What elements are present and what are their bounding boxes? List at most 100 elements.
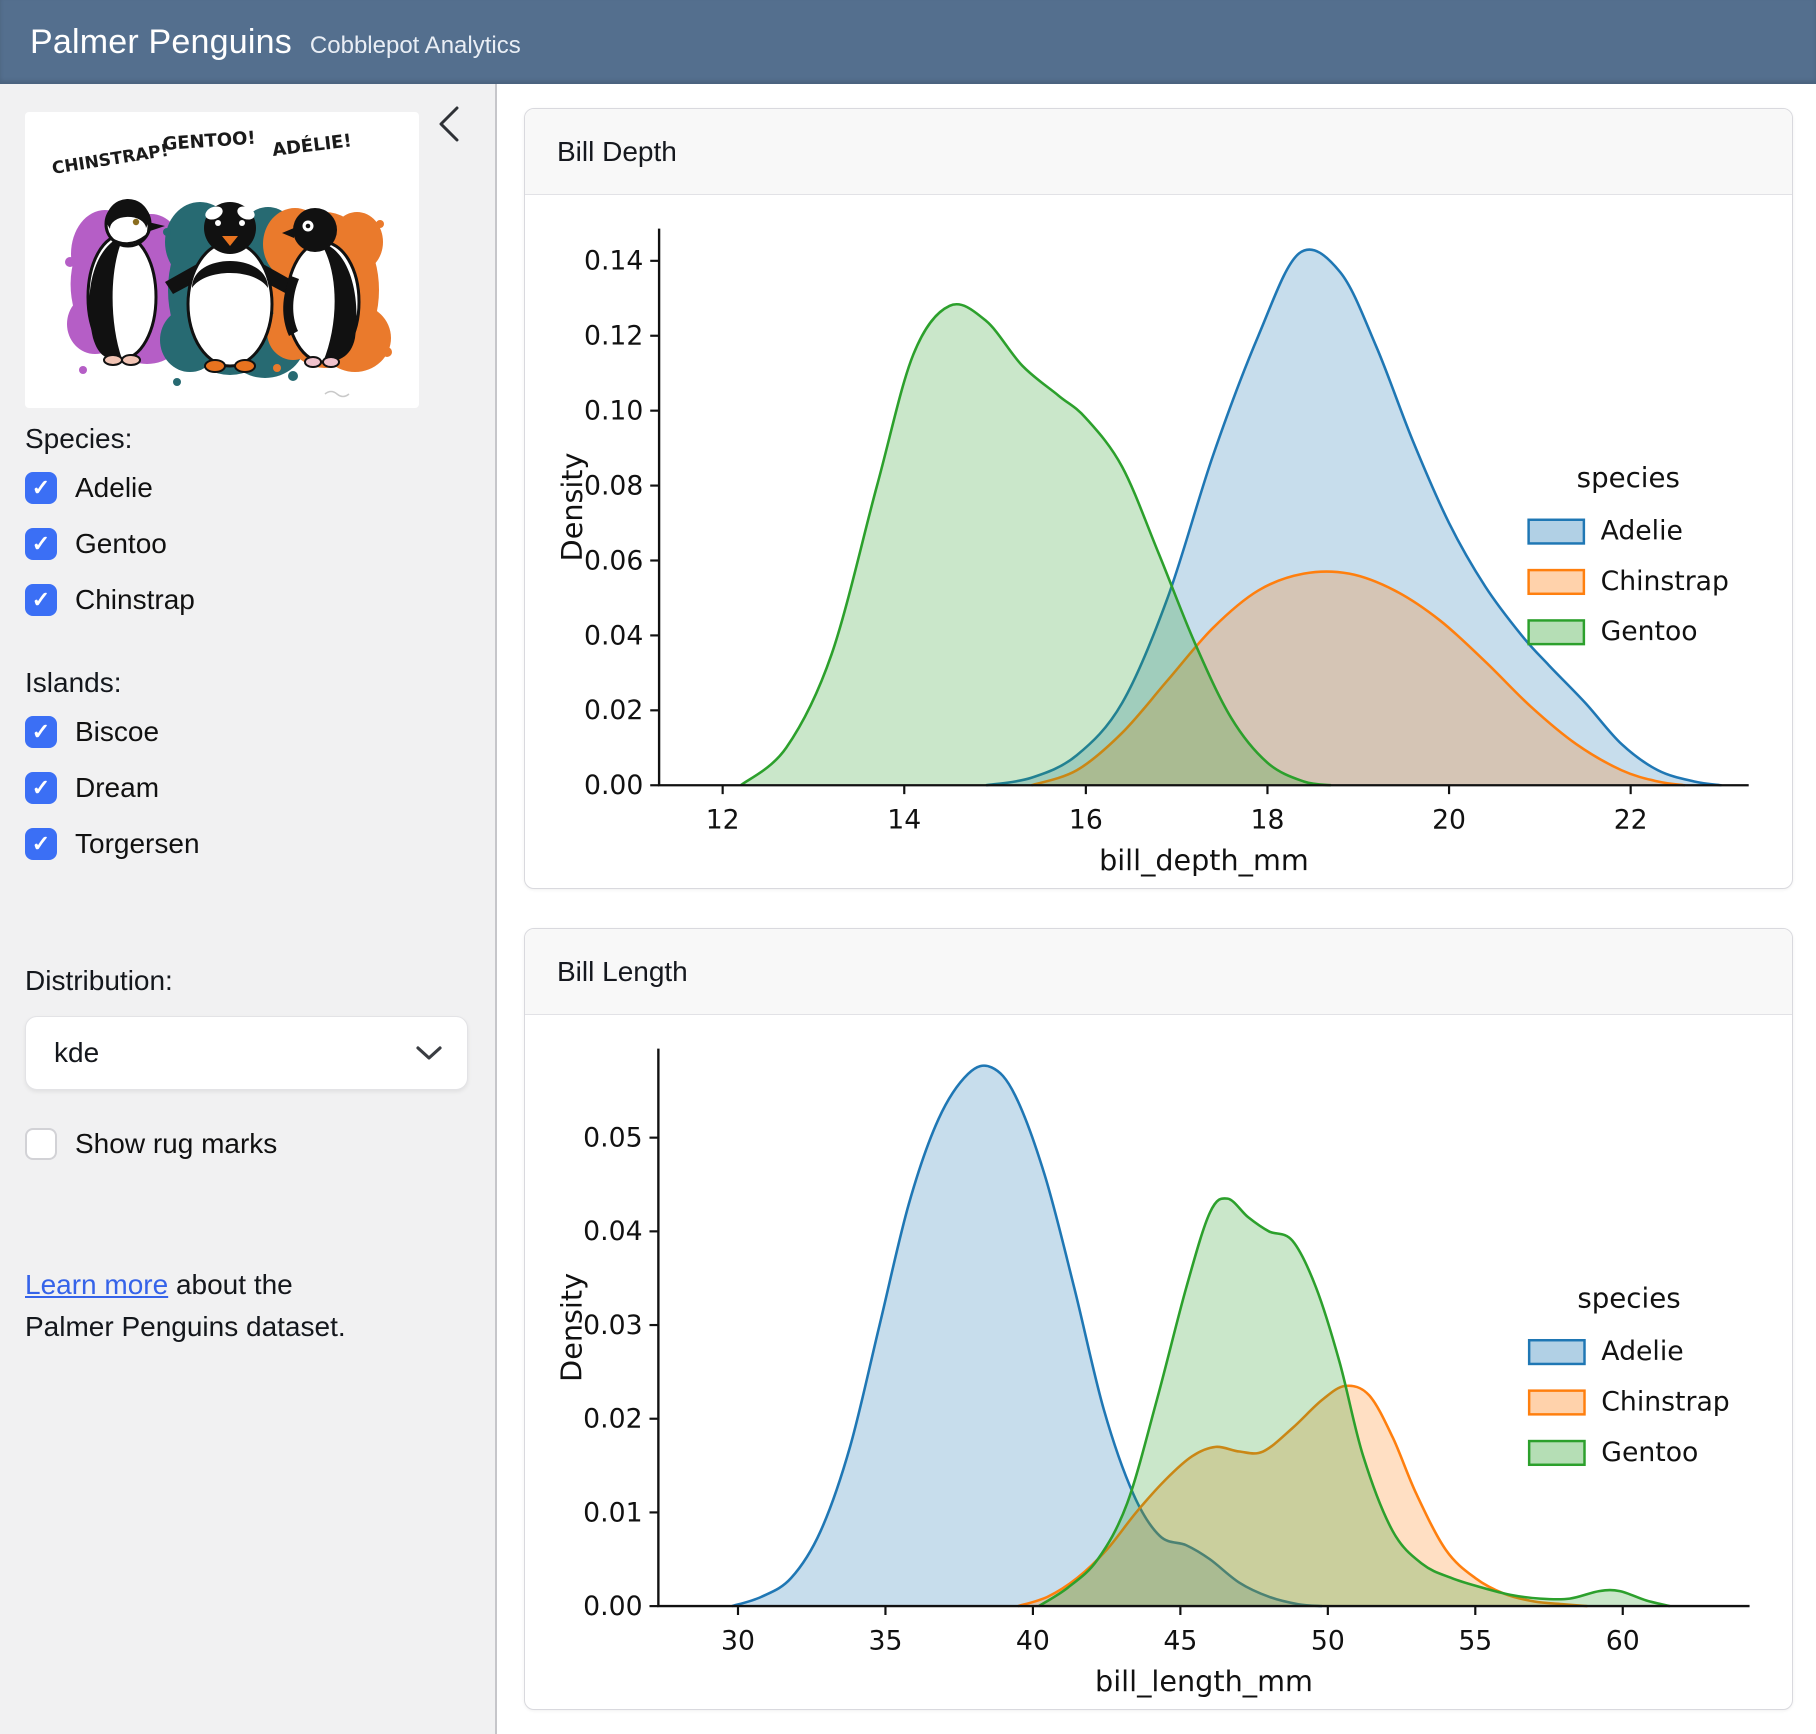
- bill-depth-card-body: 12 14 16 18 20 22 0.00 0.02 0.04 0.06 0.08 0.10 0.12…: [525, 195, 1792, 888]
- svg-text:Gentoo: Gentoo: [1601, 1437, 1698, 1468]
- svg-text:bill_depth_mm: bill_depth_mm: [1099, 843, 1309, 877]
- svg-text:35: 35: [868, 1626, 902, 1657]
- svg-text:45: 45: [1163, 1626, 1197, 1657]
- bill-length-card-title: Bill Length: [557, 956, 688, 988]
- svg-text:20: 20: [1432, 805, 1466, 836]
- checkbox-row-gentoo[interactable]: ✓ Gentoo: [25, 528, 470, 560]
- svg-text:12: 12: [706, 805, 740, 836]
- checkmark-icon: ✓: [32, 721, 50, 743]
- chinstrap-checkbox-label: Chinstrap: [75, 584, 195, 616]
- bill-length-chart: 30 35 40 45 50 55 60 0.00 0.01 0.02 0.03 0.04 0.05 bi…: [535, 1019, 1782, 1701]
- dream-checkbox[interactable]: ✓: [25, 772, 57, 804]
- checkbox-row-torgersen[interactable]: ✓ Torgersen: [25, 828, 470, 860]
- distribution-selected-value: kde: [54, 1037, 99, 1069]
- bill-depth-card-header: Bill Depth: [525, 109, 1792, 195]
- svg-text:Density: Density: [555, 452, 589, 561]
- svg-text:55: 55: [1458, 1626, 1492, 1657]
- svg-text:species: species: [1577, 461, 1680, 494]
- svg-text:bill_length_mm: bill_length_mm: [1095, 1664, 1313, 1698]
- bill-depth-chart: 12 14 16 18 20 22 0.00 0.02 0.04 0.06 0.08 0.10 0.12…: [535, 199, 1782, 880]
- svg-text:0.01: 0.01: [583, 1497, 642, 1528]
- rug-marks-label: Show rug marks: [75, 1128, 277, 1160]
- adelie-checkbox-label: Adelie: [75, 472, 153, 504]
- svg-text:0.00: 0.00: [584, 770, 643, 801]
- svg-text:18: 18: [1251, 805, 1285, 836]
- chinstrap-checkbox[interactable]: ✓: [25, 584, 57, 616]
- svg-text:Adelie: Adelie: [1601, 516, 1683, 547]
- checkmark-icon: ✓: [32, 533, 50, 555]
- distribution-select[interactable]: kde: [25, 1016, 468, 1090]
- chevron-down-icon: [415, 1044, 443, 1062]
- svg-text:0.00: 0.00: [583, 1591, 642, 1622]
- svg-text:0.14: 0.14: [584, 246, 643, 277]
- sidebar: CHINSTRAP! GENTOO! ADÉLIE! Species: ✓ Ad…: [0, 84, 497, 1734]
- svg-text:0.02: 0.02: [583, 1404, 642, 1435]
- biscoe-checkbox-label: Biscoe: [75, 716, 159, 748]
- checkmark-icon: ✓: [32, 589, 50, 611]
- islands-options: ✓ Biscoe ✓ Dream ✓ Torgersen: [25, 716, 470, 860]
- torgersen-checkbox[interactable]: ✓: [25, 828, 57, 860]
- checkbox-row-adelie[interactable]: ✓ Adelie: [25, 472, 470, 504]
- svg-text:0.02: 0.02: [584, 695, 643, 726]
- app-header: Palmer Penguins Cobblepot Analytics: [0, 0, 1816, 84]
- islands-group-label: Islands:: [25, 666, 470, 700]
- svg-text:60: 60: [1606, 1626, 1640, 1657]
- svg-text:0.05: 0.05: [583, 1123, 642, 1154]
- chinstrap-label: CHINSTRAP!: [51, 141, 170, 179]
- svg-text:50: 50: [1311, 1626, 1345, 1657]
- svg-text:Adelie: Adelie: [1601, 1336, 1683, 1367]
- bill-length-card: Bill Length 30 35 40 45 50 55 60 0.00 0.01 0.02 0.…: [524, 928, 1793, 1710]
- svg-text:Chinstrap: Chinstrap: [1601, 1386, 1729, 1417]
- svg-text:0.06: 0.06: [584, 545, 643, 576]
- app-shell: CHINSTRAP! GENTOO! ADÉLIE! Species: ✓ Ad…: [0, 84, 1816, 1734]
- svg-text:0.10: 0.10: [584, 396, 643, 427]
- learn-more-link[interactable]: Learn more: [25, 1269, 168, 1300]
- gentoo-checkbox[interactable]: ✓: [25, 528, 57, 560]
- checkbox-row-biscoe[interactable]: ✓ Biscoe: [25, 716, 470, 748]
- dream-checkbox-label: Dream: [75, 772, 159, 804]
- app-subtitle: Cobblepot Analytics: [310, 32, 521, 60]
- chevron-left-icon: [436, 105, 462, 143]
- gentoo-checkbox-label: Gentoo: [75, 528, 167, 560]
- svg-text:14: 14: [887, 805, 921, 836]
- gentoo-label: GENTOO!: [162, 128, 256, 155]
- distribution-label: Distribution:: [25, 964, 470, 998]
- svg-text:0.08: 0.08: [584, 470, 643, 501]
- penguins-artwork: CHINSTRAP! GENTOO! ADÉLIE!: [25, 112, 419, 408]
- penguin-labels: CHINSTRAP! GENTOO! ADÉLIE!: [51, 128, 353, 179]
- svg-text:0.04: 0.04: [583, 1216, 642, 1247]
- svg-text:22: 22: [1614, 805, 1648, 836]
- bill-length-card-body: 30 35 40 45 50 55 60 0.00 0.01 0.02 0.03 0.04 0.05 bi…: [525, 1015, 1792, 1709]
- svg-text:Gentoo: Gentoo: [1601, 616, 1698, 647]
- svg-text:Chinstrap: Chinstrap: [1601, 566, 1729, 597]
- checkmark-icon: ✓: [32, 777, 50, 799]
- bill-length-card-header: Bill Length: [525, 929, 1792, 1015]
- rug-marks-checkbox[interactable]: ✓: [25, 1128, 57, 1160]
- svg-text:0.03: 0.03: [583, 1310, 642, 1341]
- collapse-sidebar-button[interactable]: [431, 102, 467, 146]
- rug-marks-row[interactable]: ✓ Show rug marks: [25, 1128, 470, 1160]
- torgersen-checkbox-label: Torgersen: [75, 828, 200, 860]
- svg-text:40: 40: [1016, 1626, 1050, 1657]
- learn-more-paragraph: Learn more about the Palmer Penguins dat…: [25, 1264, 385, 1348]
- adelie-label: ADÉLIE!: [271, 129, 353, 161]
- penguins-illustration: CHINSTRAP! GENTOO! ADÉLIE!: [25, 112, 419, 408]
- species-group-label: Species:: [25, 422, 470, 456]
- checkmark-icon: ✓: [32, 833, 50, 855]
- main-content: Bill Depth 12 14 16 18 20 22 0.00 0.02 0.04 0.06 0…: [497, 84, 1816, 1734]
- svg-text:species: species: [1577, 1282, 1680, 1315]
- checkbox-row-dream[interactable]: ✓ Dream: [25, 772, 470, 804]
- svg-text:0.04: 0.04: [584, 620, 643, 651]
- checkmark-icon: ✓: [32, 477, 50, 499]
- checkbox-row-chinstrap[interactable]: ✓ Chinstrap: [25, 584, 470, 616]
- biscoe-checkbox[interactable]: ✓: [25, 716, 57, 748]
- svg-text:30: 30: [721, 1626, 755, 1657]
- bill-depth-card-title: Bill Depth: [557, 136, 677, 168]
- svg-text:0.12: 0.12: [584, 321, 643, 352]
- species-options: ✓ Adelie ✓ Gentoo ✓ Chinstrap: [25, 472, 470, 616]
- adelie-checkbox[interactable]: ✓: [25, 472, 57, 504]
- svg-text:16: 16: [1069, 805, 1103, 836]
- svg-text:Density: Density: [554, 1273, 588, 1382]
- app-title: Palmer Penguins: [30, 23, 292, 62]
- bill-depth-card: Bill Depth 12 14 16 18 20 22 0.00 0.02 0.04 0.06 0…: [524, 108, 1793, 889]
